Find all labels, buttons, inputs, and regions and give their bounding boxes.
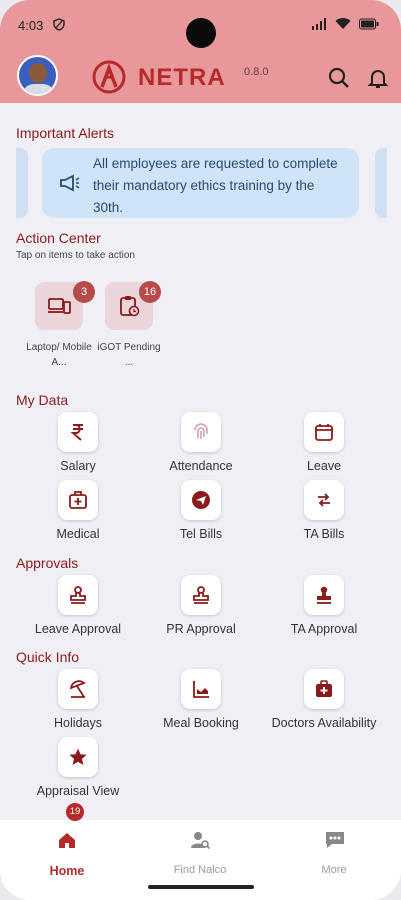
exchange-icon <box>318 493 330 507</box>
nav-more[interactable]: More <box>289 830 379 878</box>
alert-message: All employees are requested to complete … <box>93 156 338 215</box>
alert-card[interactable]: All employees are requested to complete … <box>42 148 359 218</box>
approval-ta[interactable]: TA Approval <box>264 575 384 639</box>
quick-info-doctors[interactable]: Doctors Availability <box>264 669 384 733</box>
clipboard-icon <box>120 296 140 317</box>
star-icon <box>69 748 87 765</box>
rupee-icon <box>70 424 83 441</box>
nav-home[interactable]: Home <box>22 830 112 878</box>
laptop-mobile-icon <box>48 298 71 314</box>
status-right <box>311 18 379 33</box>
bell-icon[interactable] <box>366 66 390 90</box>
nav-find-nalco[interactable]: Find Nalco <box>155 830 245 878</box>
signal-icon <box>311 18 327 33</box>
shield-icon <box>53 18 65 34</box>
chat-dots-icon <box>326 832 344 848</box>
telegram-icon <box>192 491 210 509</box>
stamp-icon <box>193 586 209 604</box>
brand-name: NETRA <box>138 64 226 91</box>
app-header: 4:03 NETRA 0.8.0 <box>0 0 401 103</box>
action-center-subtitle: Tap on items to take action <box>16 250 135 261</box>
fingerprint-icon <box>194 423 208 439</box>
status-time: 4:03 <box>18 18 44 33</box>
approvals-title: Approvals <box>16 555 79 571</box>
my-data-attendance[interactable]: Attendance <box>141 412 261 476</box>
my-data-tel-bills[interactable]: Tel Bills <box>141 480 261 544</box>
avatar[interactable] <box>17 55 58 96</box>
home-indicator[interactable] <box>148 885 254 889</box>
beach-umbrella-icon <box>69 680 86 698</box>
action-item-laptop-badge: 3 <box>73 281 95 303</box>
quick-info-holidays[interactable]: Holidays <box>18 669 138 733</box>
action-item-igot-badge: 16 <box>139 281 161 303</box>
my-data-leave[interactable]: Leave <box>264 412 384 476</box>
meal-chart-icon <box>193 681 209 698</box>
alerts-carousel[interactable]: All employees are requested to complete … <box>16 148 387 218</box>
quick-info-appraisal[interactable]: Appraisal View <box>18 737 138 801</box>
alerts-title: Important Alerts <box>16 125 115 141</box>
alert-card-prev[interactable] <box>16 148 28 218</box>
doctor-kit-icon <box>316 680 332 697</box>
wifi-icon <box>335 18 351 33</box>
stamp-icon <box>70 586 86 604</box>
my-data-ta-bills[interactable]: TA Bills <box>264 480 384 544</box>
action-center-title: Action Center <box>16 230 101 246</box>
approval-leave[interactable]: Leave Approval <box>18 575 138 639</box>
home-icon <box>59 833 75 848</box>
home-notification-badge: 19 <box>66 803 84 821</box>
stamp-icon <box>317 586 331 604</box>
approval-pr[interactable]: PR Approval <box>141 575 261 639</box>
quick-info-meal-booking[interactable]: Meal Booking <box>141 669 261 733</box>
search-icon[interactable] <box>327 66 351 90</box>
camera-cutout <box>186 18 216 48</box>
calendar-icon <box>315 424 333 441</box>
action-item-igot-label: iGOT Pending ... <box>97 342 161 368</box>
app-screen: 4:03 NETRA 0.8.0 Important Alerts All em… <box>0 0 401 900</box>
quick-info-title: Quick Info <box>16 649 80 665</box>
my-data-medical[interactable]: Medical <box>18 480 138 544</box>
find-person-icon <box>191 832 210 850</box>
netra-logo-icon <box>92 60 126 94</box>
my-data-salary[interactable]: Salary <box>18 412 138 476</box>
app-version: 0.8.0 <box>244 66 269 78</box>
battery-icon <box>359 18 379 33</box>
alert-card-next[interactable] <box>375 148 387 218</box>
action-item-laptop-label: Laptop/ Mobile A... <box>26 342 92 368</box>
medical-kit-icon <box>69 491 87 509</box>
megaphone-icon <box>58 173 80 193</box>
my-data-title: My Data <box>16 392 69 408</box>
